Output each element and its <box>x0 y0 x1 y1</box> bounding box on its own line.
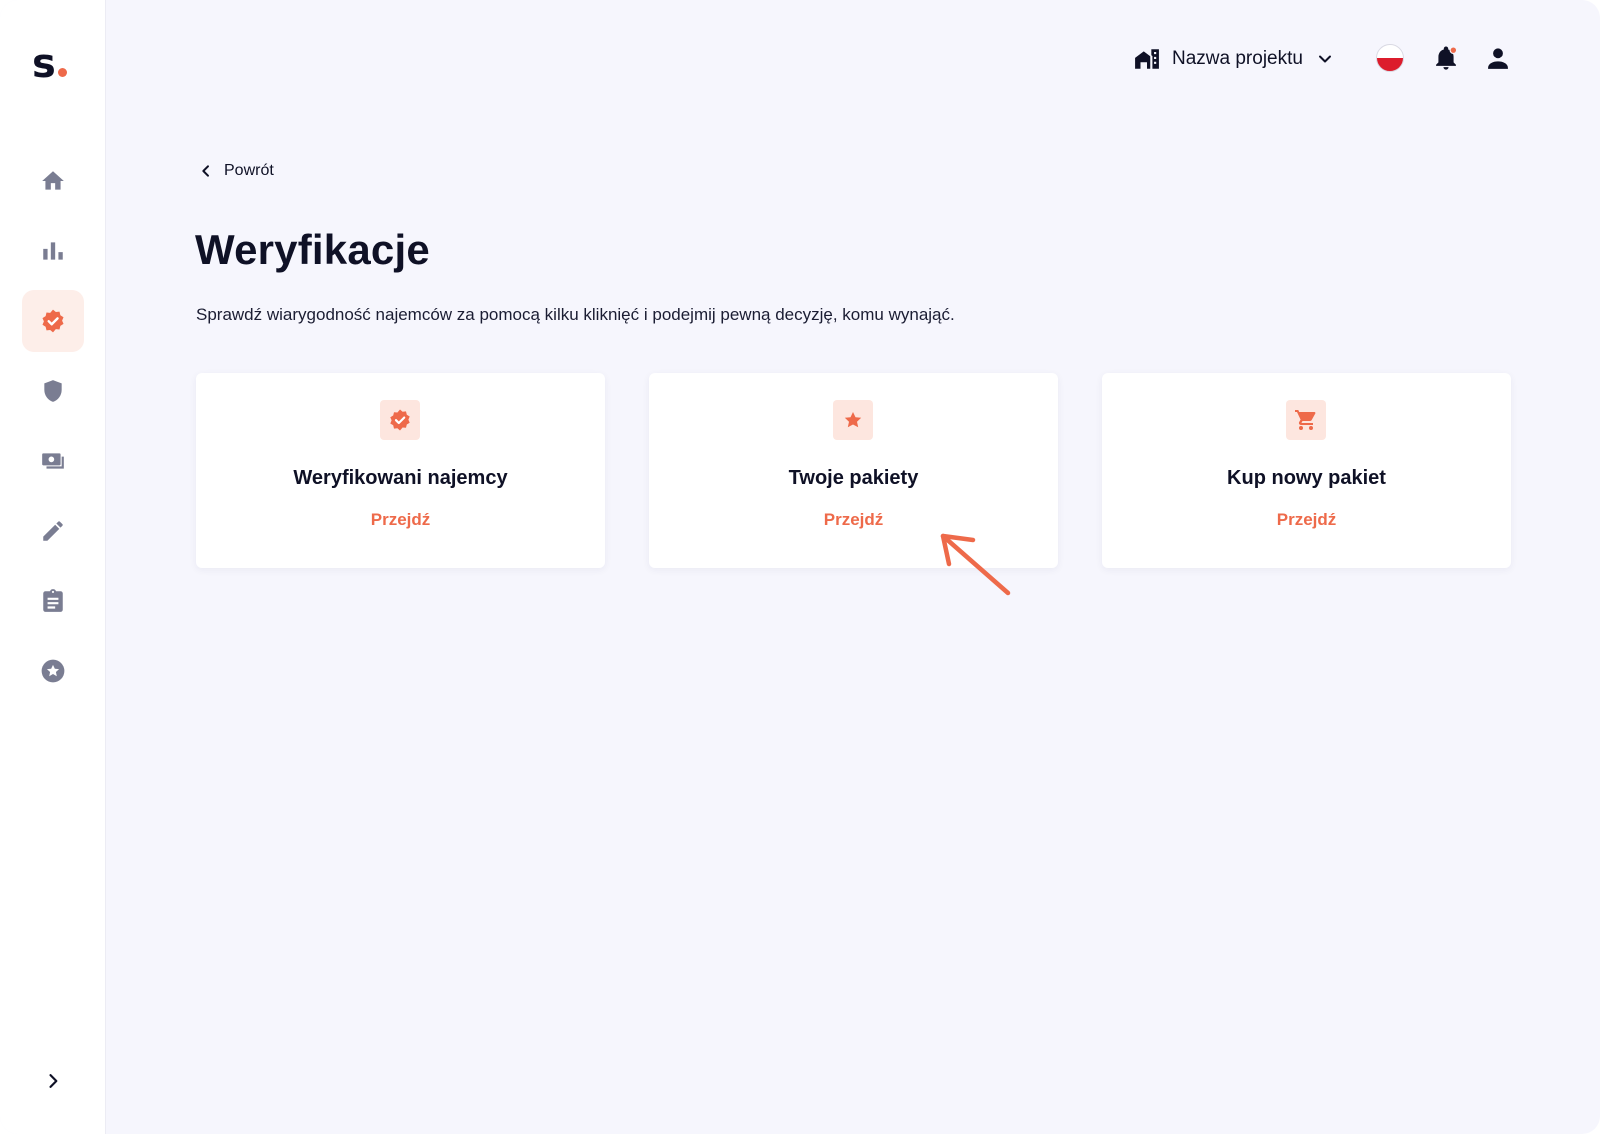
chevron-left-icon <box>202 165 209 177</box>
page-title: Weryfikacje <box>195 226 430 273</box>
star-circle-icon <box>41 659 65 683</box>
card-go-link[interactable]: Przejdź <box>196 510 605 530</box>
card-buy-package[interactable]: Kup nowy pakiet Przejdź <box>1102 373 1511 568</box>
card-title: Kup nowy pakiet <box>1227 467 1386 489</box>
sidebar-item-ratings[interactable] <box>22 640 84 702</box>
card-title: Twoje pakiety <box>788 467 919 489</box>
project-selector[interactable]: Nazwa projektu <box>1134 44 1335 74</box>
card-icon-container <box>380 400 420 440</box>
back-link[interactable]: Powrót <box>198 162 274 180</box>
sidebar-item-verifications[interactable] <box>22 290 84 352</box>
logo-text: s <box>32 41 56 87</box>
chevron-right-icon <box>49 1074 58 1088</box>
star-icon <box>844 412 862 428</box>
page-description: Sprawdź wiarygodność najemców za pomocą … <box>196 305 955 324</box>
sidebar-item-home[interactable] <box>22 150 84 212</box>
verified-badge-icon <box>42 309 64 333</box>
sidebar-item-insurance[interactable] <box>22 360 84 422</box>
bell-icon <box>1436 46 1458 70</box>
building-icon <box>1135 49 1159 69</box>
sidebar-item-statistics[interactable] <box>22 220 84 282</box>
home-icon <box>42 171 64 190</box>
sidebar-item-documents[interactable] <box>22 570 84 632</box>
card-go-link[interactable]: Przejdź <box>1102 510 1511 530</box>
sidebar-expand-button[interactable] <box>36 1064 70 1098</box>
back-label: Powrót <box>224 162 274 179</box>
sidebar: s <box>0 0 106 1134</box>
verified-badge-icon <box>390 409 410 431</box>
chevron-down-icon <box>1318 55 1331 63</box>
card-title: Weryfikowani najemcy <box>293 467 508 489</box>
sidebar-item-edit[interactable] <box>22 500 84 562</box>
clipboard-icon <box>43 589 63 612</box>
annotation-arrow-icon <box>940 533 1011 596</box>
shield-icon <box>44 380 62 402</box>
user-menu-button[interactable] <box>1484 44 1512 72</box>
app-frame: s Nazwa projektu Powrót Weryfikacje Spra… <box>0 0 1600 1134</box>
logo-dot <box>57 68 67 77</box>
language-switcher[interactable] <box>1376 44 1404 72</box>
project-name: Nazwa projektu <box>1172 48 1303 69</box>
shopping-cart-icon <box>1295 410 1316 430</box>
pencil-icon <box>43 521 63 541</box>
notifications-button[interactable] <box>1432 44 1460 72</box>
bar-chart-icon <box>43 242 63 260</box>
logo[interactable]: s <box>32 44 67 84</box>
card-icon-container <box>1286 400 1326 440</box>
card-verified-tenants[interactable]: Weryfikowani najemcy Przejdź <box>196 373 605 568</box>
sidebar-item-payments[interactable] <box>22 430 84 492</box>
user-icon <box>1488 48 1508 69</box>
money-icon <box>42 453 64 469</box>
card-icon-container <box>833 400 873 440</box>
card-go-link[interactable]: Przejdź <box>649 510 1058 530</box>
